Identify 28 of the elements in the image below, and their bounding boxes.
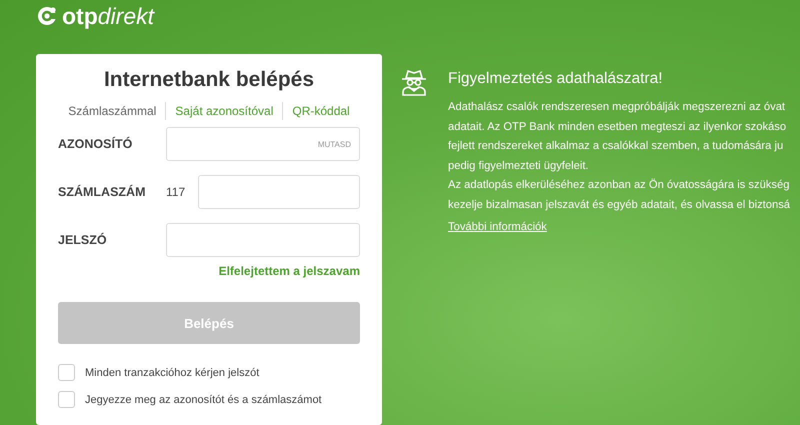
warning-text: Az adatlopás elkerüléséhez azonban az Ön óvatosságára is szükség (448, 178, 790, 193)
warning-text: adatait. Az OTP Bank minden esetben megteszi az ilyenkor szokáso (448, 120, 788, 134)
warning-text: kezelje bizalmasan jelszavát és egyéb adatait, és olvassa el biztonsá (448, 198, 790, 212)
spy-icon (400, 68, 428, 96)
warning-text: fejlett rendszereket alkalmaz a csalókkal szemben, a tudomására ju (448, 139, 784, 154)
field-label: AZONOSÍTÓ (58, 137, 134, 151)
checkbox-label: Minden tranzakcióhoz kérjen jelszót (85, 366, 260, 378)
field-label: SZÁMLASZÁM (58, 185, 146, 199)
login-tab[interactable]: Saját azonosítóval (165, 102, 282, 120)
warning-title: Figyelmeztetés adathalászatra! (448, 69, 664, 89)
login-title: Internetbank belépés (102, 67, 316, 93)
account-prefix: 117 (166, 185, 186, 199)
checkbox-label: Jegyezze meg az azonosítót és a számlaszámot (85, 394, 322, 406)
input-field[interactable] (198, 175, 360, 209)
login-tab[interactable]: Számlaszámmal (59, 102, 166, 120)
checkbox[interactable] (58, 364, 75, 381)
login-tab[interactable]: QR-kóddal (282, 102, 359, 120)
warning-text: pedig figyelmezteti ügyfeleit. (448, 158, 590, 174)
input-field[interactable]: MUTASD (166, 127, 360, 161)
input-field[interactable] (166, 223, 360, 257)
show-toggle[interactable]: MUTASD (318, 140, 351, 148)
forgot-password-link[interactable]: Elfelejtettem a jelszavam (218, 264, 360, 278)
field-label: JELSZÓ (58, 233, 108, 247)
logo-icon (36, 5, 58, 27)
more-info-link[interactable]: További információk (448, 218, 547, 238)
logo-text: otpdirekt (62, 3, 154, 29)
checkbox[interactable] (58, 391, 75, 408)
warning-text: Adathalász csalók rendszeresen megpróbálják megszerezni az óvat (448, 100, 786, 115)
